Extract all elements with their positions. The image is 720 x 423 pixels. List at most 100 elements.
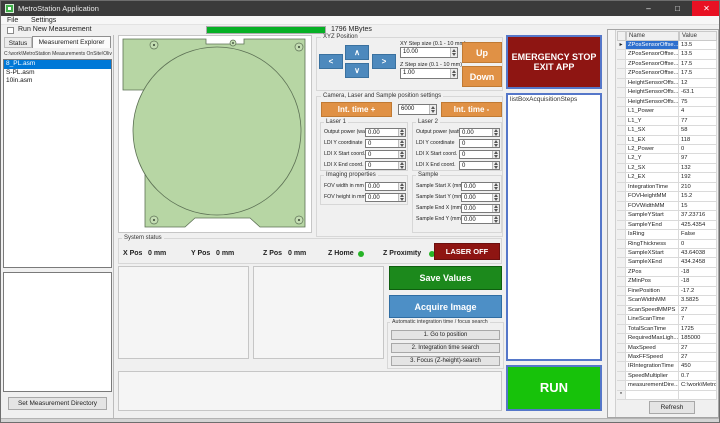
grid-row-header[interactable]	[617, 268, 626, 277]
acquisition-steps-list[interactable]: listBoxAcquisitionSteps	[506, 93, 602, 361]
grid-row[interactable]: ZPosSensorOffse...17.5	[617, 69, 717, 78]
menu-file[interactable]: File	[7, 16, 18, 25]
go-to-position-button[interactable]: 1. Go to position	[391, 330, 500, 340]
grid-row-header[interactable]	[617, 306, 626, 315]
grid-row-header[interactable]	[617, 240, 626, 249]
grid-row-header[interactable]	[617, 136, 626, 145]
grid-name-cell[interactable]: LineScanTime	[626, 315, 679, 324]
grid-value-cell[interactable]: 185000	[679, 334, 717, 343]
spinner[interactable]	[398, 162, 405, 169]
xy-step-input[interactable]: 10.00	[400, 47, 458, 58]
grid-row-header[interactable]	[617, 117, 626, 126]
maximize-button[interactable]: □	[663, 1, 692, 16]
grid-name-cell[interactable]: L1_Power	[626, 107, 679, 116]
grid-value-cell[interactable]: -17.2	[679, 287, 717, 296]
minimize-button[interactable]: –	[634, 1, 663, 16]
run-new-measurement-checkbox[interactable]	[7, 27, 14, 34]
grid-row-header[interactable]	[617, 381, 626, 390]
file-item[interactable]: S-PL.asm	[4, 69, 111, 78]
grid-new-row[interactable]: *	[617, 391, 717, 400]
move-down-button[interactable]: ∨	[345, 63, 369, 78]
set-measurement-directory-button[interactable]: Set Measurement Directory	[8, 397, 107, 410]
grid-value-cell[interactable]: 192	[679, 173, 717, 182]
laser1-xend-input[interactable]: 0	[365, 161, 406, 170]
grid-value-cell[interactable]: 1725	[679, 325, 717, 334]
grid-row[interactable]: SampleYEnd425.4354	[617, 221, 717, 230]
grid-row[interactable]: MaxSpeed27	[617, 344, 717, 353]
grid-name-cell[interactable]: ScanWidthMM	[626, 296, 679, 305]
grid-name-cell[interactable]: ZPosSensorOffse...	[626, 60, 679, 69]
grid-row[interactable]: SpeedMultiplier0.7	[617, 372, 717, 381]
grid-name-cell[interactable]: measurementDire...	[626, 381, 679, 390]
grid-row-header[interactable]	[617, 107, 626, 116]
save-values-button[interactable]: Save Values	[389, 266, 502, 290]
grid-value-cell[interactable]: 15	[679, 202, 717, 211]
file-item[interactable]: 10in.asm	[4, 77, 111, 86]
grid-row-header[interactable]	[617, 126, 626, 135]
grid-value-cell[interactable]	[679, 391, 717, 400]
grid-name-cell[interactable]: SpeedMultiplier	[626, 372, 679, 381]
grid-name-cell[interactable]: ZPos	[626, 268, 679, 277]
grid-row-header[interactable]	[617, 173, 626, 182]
spinner[interactable]	[398, 140, 405, 147]
grid-value-cell[interactable]: 210	[679, 183, 717, 192]
spin-down-icon[interactable]	[399, 166, 405, 170]
grid-row-header[interactable]	[617, 353, 626, 362]
grid-value-cell[interactable]: C:\work\MetroSt...	[679, 381, 717, 390]
grid-value-cell[interactable]: 13.5	[679, 41, 717, 50]
z-step-input[interactable]: 1.00	[400, 68, 458, 79]
grid-value-cell[interactable]: -18	[679, 277, 717, 286]
close-button[interactable]: ✕	[692, 1, 720, 16]
grid-value-cell[interactable]: 132	[679, 164, 717, 173]
grid-name-cell[interactable]: MaxSpeed	[626, 344, 679, 353]
sample-endx-input[interactable]: 0.00	[461, 204, 500, 213]
grid-name-cell[interactable]: HeightSensorOffs...	[626, 79, 679, 88]
grid-value-cell[interactable]: 7	[679, 315, 717, 324]
grid-row[interactable]: IsRingFalse	[617, 230, 717, 239]
move-up-button[interactable]: ∧	[345, 45, 369, 60]
z-up-button[interactable]: Up	[462, 42, 502, 63]
spin-down-icon[interactable]	[493, 220, 499, 224]
grid-row[interactable]: MaxFFSpeed27	[617, 353, 717, 362]
spin-down-icon[interactable]	[399, 155, 405, 159]
grid-row-header[interactable]	[617, 50, 626, 59]
grid-row[interactable]: RingThickness0	[617, 240, 717, 249]
grid-name-cell[interactable]: ZPosSensorOffse...	[626, 50, 679, 59]
int-time-spinner[interactable]	[429, 105, 436, 114]
grid-row[interactable]: L1_Power4	[617, 107, 717, 116]
refresh-button[interactable]: Refresh	[649, 401, 695, 414]
laser2-power-input[interactable]: 0.00	[459, 128, 500, 137]
grid-row[interactable]: L1_EX118	[617, 136, 717, 145]
spin-down-icon[interactable]	[451, 74, 457, 79]
grid-name-cell[interactable]: L2_Power	[626, 145, 679, 154]
grid-row-header[interactable]: ▸	[617, 41, 626, 50]
grid-value-cell[interactable]: 425.4354	[679, 221, 717, 230]
grid-row[interactable]: L1_Y77	[617, 117, 717, 126]
spinner[interactable]	[492, 216, 499, 223]
grid-row-header[interactable]	[617, 164, 626, 173]
grid-row[interactable]: FOVHeightMM15.2	[617, 192, 717, 201]
grid-row[interactable]: IntegrationTime210	[617, 183, 717, 192]
grid-name-cell[interactable]: ZPosSensorOffse...	[626, 41, 679, 50]
spin-down-icon[interactable]	[493, 133, 499, 137]
grid-row[interactable]: SampleXEnd434.2458	[617, 258, 717, 267]
grid-name-cell[interactable]: IsRing	[626, 230, 679, 239]
spinner[interactable]	[492, 162, 499, 169]
int-time-minus-button[interactable]: Int. time -	[441, 102, 502, 117]
grid-value-cell[interactable]: 58	[679, 126, 717, 135]
grid-name-cell[interactable]: SampleXEnd	[626, 258, 679, 267]
spinner[interactable]	[492, 183, 499, 190]
fov-height-input[interactable]: 0.00	[365, 193, 406, 202]
grid-name-cell[interactable]: HeightSensorOffs...	[626, 88, 679, 97]
integration-time-search-button[interactable]: 2. Integration time search	[391, 343, 500, 353]
grid-value-cell[interactable]: False	[679, 230, 717, 239]
grid-row[interactable]: HeightSensorOffs...-63.1	[617, 88, 717, 97]
grid-row[interactable]: measurementDire...C:\work\MetroSt...	[617, 381, 717, 390]
spin-down-icon[interactable]	[493, 166, 499, 170]
grid-name-cell[interactable]: L2_SX	[626, 164, 679, 173]
grid-row-header[interactable]	[617, 60, 626, 69]
spin-down-icon[interactable]	[493, 198, 499, 202]
grid-name-cell[interactable]: ScanSpeedMMPS	[626, 306, 679, 315]
laser1-power-input[interactable]: 0.00	[365, 128, 406, 137]
grid-value-cell[interactable]: 75	[679, 98, 717, 107]
